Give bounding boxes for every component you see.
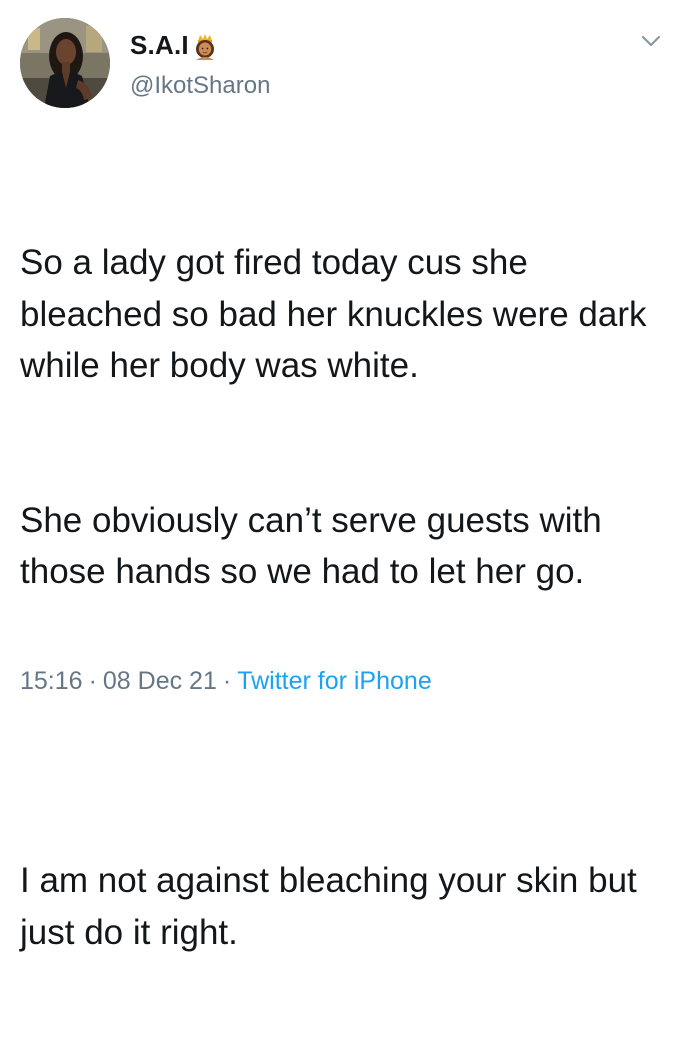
tweet-paragraph: I am not against bleaching your skin but… xyxy=(20,861,647,952)
meta-separator: · xyxy=(222,667,232,695)
avatar-photo xyxy=(20,18,110,108)
tweet-source-link[interactable]: Twitter for iPhone xyxy=(237,667,432,695)
tweet-paragraph: So a lady got fired today cus she bleach… xyxy=(20,243,657,385)
avatar[interactable] xyxy=(20,18,110,108)
meta-separator: · xyxy=(88,667,97,695)
tweet-card: S.A.I @IkotSharon So a lady got fired to… xyxy=(0,0,681,952)
tweet-text: So a lady got fired today cus she bleach… xyxy=(20,134,665,1061)
user-handle[interactable]: @IkotSharon xyxy=(130,72,270,100)
woman-with-crown-icon xyxy=(195,33,214,60)
display-name-text: S.A.I xyxy=(130,30,189,60)
display-name[interactable]: S.A.I xyxy=(130,30,219,61)
chevron-down-icon[interactable] xyxy=(638,32,664,50)
tweet-date[interactable]: 08 Dec 21 xyxy=(103,667,217,695)
tweet-paragraph: She obviously can’t serve guests with th… xyxy=(20,500,612,592)
tweet-meta: 15:16 · 08 Dec 21 · Twitter for iPhone xyxy=(20,667,432,696)
tweet-time[interactable]: 15:16 xyxy=(20,667,83,695)
